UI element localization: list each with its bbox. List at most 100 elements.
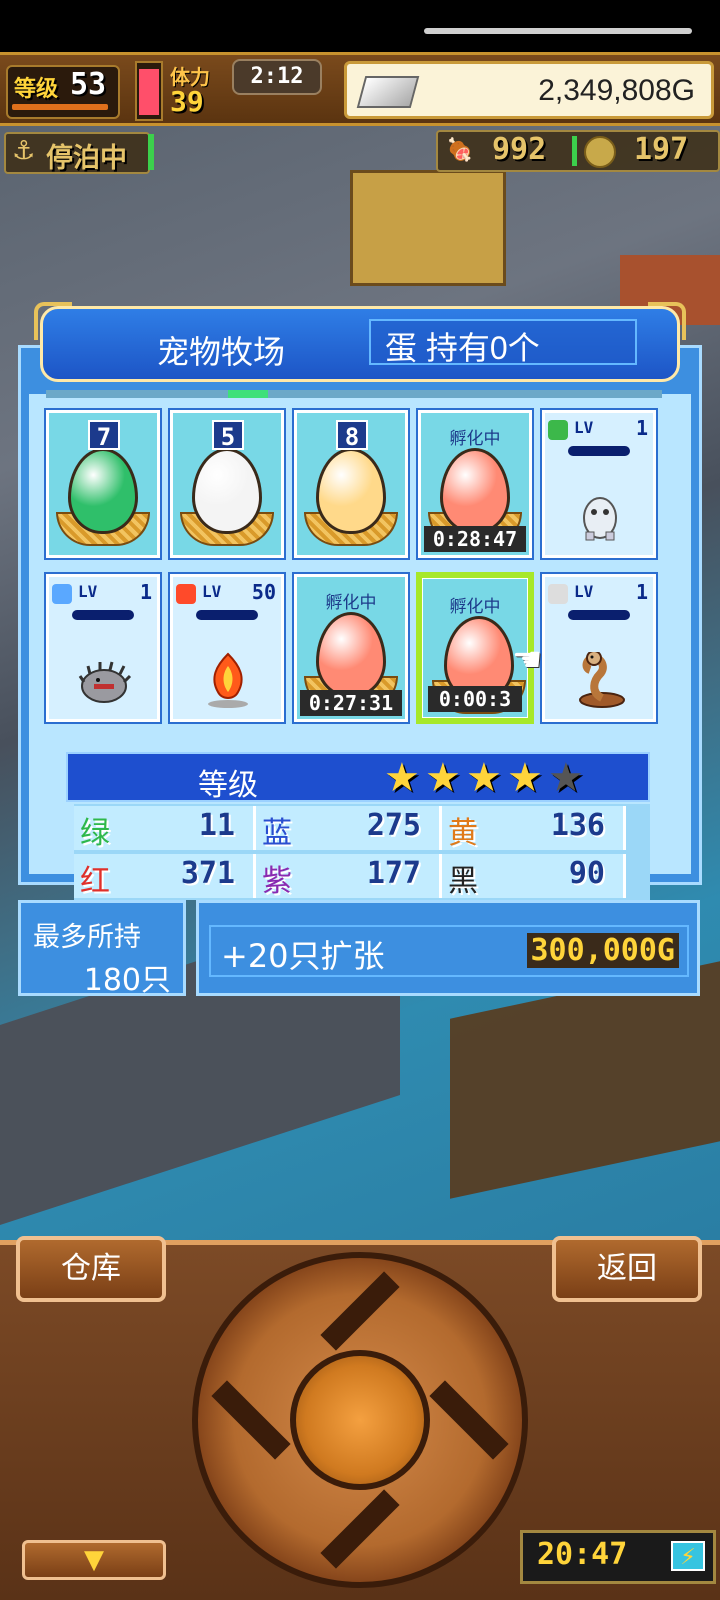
exp-bar: [12, 104, 108, 110]
expand-inner: +20只扩张 300,000G: [209, 925, 689, 977]
stat-color-label: 蓝: [262, 817, 292, 850]
dialog-title: 宠物牧场: [157, 334, 286, 370]
status-pill: [424, 28, 692, 34]
meat-icon: 🍖: [446, 138, 474, 163]
scene-house: [350, 170, 506, 286]
dialog-title-bar: 宠物牧场 蛋 持有0个: [40, 306, 680, 382]
page-scroll-thumb[interactable]: [228, 390, 268, 398]
stat-value: 11: [198, 808, 235, 843]
food-value: 992: [492, 132, 547, 167]
stat-cell: 绿 11: [74, 806, 256, 850]
stamina-fill: [139, 69, 159, 115]
lightning-bolt-icon: ⚡: [671, 1541, 705, 1571]
capacity-label: 最多所持: [33, 922, 141, 953]
yeti-icon: [572, 488, 628, 544]
stat-color-label: 绿: [80, 817, 110, 850]
element-icon: [548, 420, 568, 440]
pet-level: 50: [251, 580, 276, 604]
egg-slot[interactable]: 8: [292, 408, 410, 560]
warehouse-button[interactable]: 仓库: [16, 1236, 166, 1302]
silver-ingot-icon: [356, 76, 420, 108]
stat-color-label: 黄: [448, 817, 478, 850]
medal-icon: [584, 136, 616, 168]
egg-slot[interactable]: 5: [168, 408, 286, 560]
game-clock: 20:47 ⚡: [520, 1530, 716, 1584]
anchor-icon: ⚓: [12, 136, 36, 166]
pet-level: 1: [635, 580, 648, 604]
stat-value: 177: [366, 856, 421, 891]
resource-divider: [572, 136, 577, 166]
page-scroll-track[interactable]: [46, 390, 662, 398]
pet-level: 1: [139, 580, 152, 604]
hatch-timer: 0:00:3: [428, 686, 522, 712]
pet-level-header: LV 1: [50, 580, 156, 608]
element-icon: [52, 584, 72, 604]
star-filled-icon: ★: [425, 755, 461, 801]
stat-cell: 黑 90: [442, 854, 626, 898]
element-icon: [176, 584, 196, 604]
pet-level-header: LV 50: [174, 580, 280, 608]
stat-cell: 蓝 275: [256, 806, 442, 850]
level-value: 53: [70, 67, 107, 102]
pointer-hand-icon: ☚: [512, 640, 543, 680]
cobra-icon: [572, 650, 628, 708]
pet-level-header: LV 1: [546, 580, 652, 608]
down-arrow-button[interactable]: ▼: [22, 1540, 166, 1580]
stats-grid: 绿 11 蓝 275 黄 136 红 371 紫 177 黑 90: [74, 804, 650, 900]
star-filled-icon: ★: [466, 755, 502, 801]
egg-number: 5: [212, 420, 244, 451]
pet-exp-bar: [196, 610, 258, 620]
expand-label: +20只扩张: [221, 937, 385, 975]
status-bar: [0, 0, 720, 52]
stamina-timer: 2:12: [232, 59, 322, 95]
pet-exp-bar: [568, 610, 630, 620]
hatch-timer: 0:28:47: [424, 526, 526, 552]
hedgehog-icon: [76, 652, 132, 708]
pet-slot[interactable]: LV 50: [168, 572, 286, 724]
dial-spoke: [211, 1380, 291, 1460]
hatching-egg-slot[interactable]: 孵化中 0:27:31: [292, 572, 410, 724]
expand-price: 300,000G: [526, 933, 679, 968]
gold-value: 2,349,808G: [538, 74, 695, 107]
pet-slot[interactable]: LV 1: [540, 408, 658, 560]
ornament-left: [34, 302, 72, 340]
pet-level: 1: [635, 416, 648, 440]
top-hud: 等级 53 体力 39 2:12 2,349,808G: [0, 52, 720, 126]
back-button[interactable]: 返回: [552, 1236, 702, 1302]
pet-exp-bar: [72, 610, 134, 620]
gold-panel[interactable]: 2,349,808G: [344, 61, 714, 119]
dial-center-button[interactable]: [290, 1350, 430, 1490]
color-stats: 等级 ★ ★ ★ ★ ★ 绿 11 蓝 275 黄 136 红 371 紫 177 黑 90: [66, 752, 650, 900]
stat-value: 371: [180, 856, 235, 891]
egg-number: 7: [88, 420, 120, 451]
stat-value: 90: [568, 856, 605, 891]
hatch-timer: 0:27:31: [300, 690, 402, 716]
dial-spoke: [320, 1489, 400, 1569]
capacity-box: 最多所持 180只: [18, 900, 186, 998]
star-filled-icon: ★: [507, 755, 543, 801]
ornament-right: [648, 302, 686, 340]
stat-cell: 紫 177: [256, 854, 442, 898]
pet-lv-label: LV: [574, 582, 594, 601]
stat-value: 136: [550, 808, 605, 843]
dial-spoke: [320, 1271, 400, 1351]
hatching-egg-slot[interactable]: 孵化中 0:28:47: [416, 408, 534, 560]
grade-label: 等级: [198, 768, 258, 803]
medal-value: 197: [634, 132, 689, 167]
pet-lv-label: LV: [574, 418, 594, 437]
status-indicator: [148, 134, 154, 170]
pet-slot[interactable]: LV 1: [44, 572, 162, 724]
egg-slot[interactable]: 7: [44, 408, 162, 560]
pet-slot[interactable]: LV 1: [540, 572, 658, 724]
hatching-label: 孵化中: [325, 593, 377, 612]
grade-header: 等级 ★ ★ ★ ★ ★: [66, 752, 650, 803]
stat-value: 275: [366, 808, 421, 843]
stat-cell: 黄 136: [442, 806, 626, 850]
port-status: ⚓ 停泊中: [4, 132, 150, 174]
star-filled-icon: ★: [384, 755, 420, 801]
egg-number: 8: [336, 420, 368, 451]
pet-level-header: LV 1: [546, 416, 652, 444]
stamina-value: 39: [170, 85, 204, 118]
hatching-label: 孵化中: [449, 429, 501, 448]
expand-capacity-button[interactable]: +20只扩张 300,000G: [196, 900, 700, 996]
